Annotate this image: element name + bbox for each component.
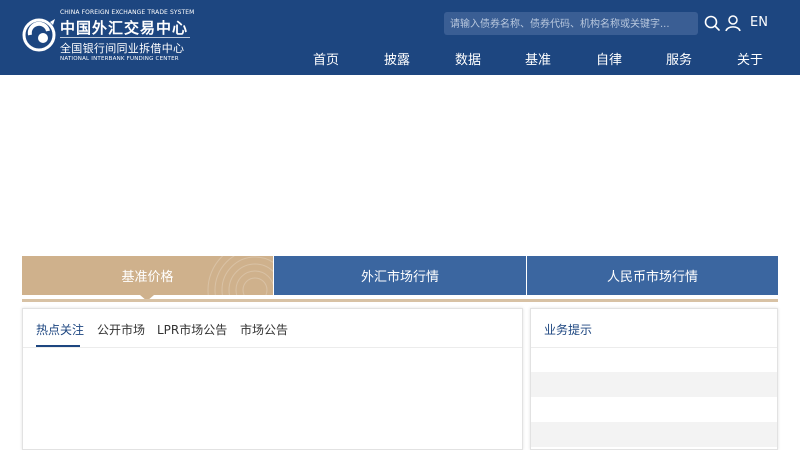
user-icon[interactable] <box>724 14 742 32</box>
logo-chinese-main: 中国外汇交易中心 <box>60 19 189 37</box>
active-tab-underline <box>36 345 80 347</box>
business-tips-title: 业务提示 <box>544 323 593 337</box>
list-item <box>531 422 777 447</box>
list-item <box>531 372 777 397</box>
tab-lpr-announcements[interactable]: LPR市场公告 <box>157 321 227 338</box>
nav-item-disclosure[interactable]: 披露 <box>384 49 410 68</box>
logo-divider <box>60 37 190 38</box>
nav-item-services[interactable]: 服务 <box>666 49 692 68</box>
language-switch[interactable]: EN <box>750 15 768 30</box>
tab-benchmark-prices-label: 基准价格 <box>121 270 174 285</box>
search-icon[interactable] <box>703 14 721 32</box>
tab-rmb-market-label: 人民币市场行情 <box>606 270 698 285</box>
business-tips-header: 业务提示 <box>531 309 777 348</box>
tab-forex-market-label: 外汇市场行情 <box>360 270 439 285</box>
search-box <box>444 12 698 36</box>
news-tabs: 热点关注 公开市场 LPR市场公告 市场公告 <box>23 309 522 348</box>
nav-item-about[interactable]: 关于 <box>737 49 763 68</box>
tab-market-announcements[interactable]: 市场公告 <box>240 321 288 338</box>
site-header: CHINA FOREIGN EXCHANGE TRADE SYSTEM 中国外汇… <box>0 0 800 75</box>
nav-item-data[interactable]: 数据 <box>455 49 481 68</box>
nav-item-benchmark[interactable]: 基准 <box>525 49 551 68</box>
tabs-divider <box>22 299 778 302</box>
nav-item-self-regulation[interactable]: 自律 <box>596 49 622 68</box>
main-nav: 首页 披露 数据 基准 自律 服务 关于 <box>0 49 800 69</box>
logo-english-top: CHINA FOREIGN EXCHANGE TRADE SYSTEM <box>60 9 195 16</box>
tab-decoration-icon <box>207 256 273 295</box>
logo-mark-icon <box>22 18 56 52</box>
news-panel: 热点关注 公开市场 LPR市场公告 市场公告 <box>22 308 523 450</box>
market-tabs: 基准价格 外汇市场行情 人民币市场行情 <box>22 256 778 301</box>
search-input[interactable] <box>444 13 698 36</box>
tab-hot-topics[interactable]: 热点关注 <box>36 321 84 338</box>
tab-open-market[interactable]: 公开市场 <box>97 321 145 338</box>
tab-benchmark-prices[interactable]: 基准价格 <box>22 256 273 301</box>
business-tips-panel: 业务提示 <box>530 308 778 450</box>
nav-item-home[interactable]: 首页 <box>313 49 339 68</box>
tab-forex-market[interactable]: 外汇市场行情 <box>274 256 526 295</box>
tab-rmb-market[interactable]: 人民币市场行情 <box>527 256 778 295</box>
